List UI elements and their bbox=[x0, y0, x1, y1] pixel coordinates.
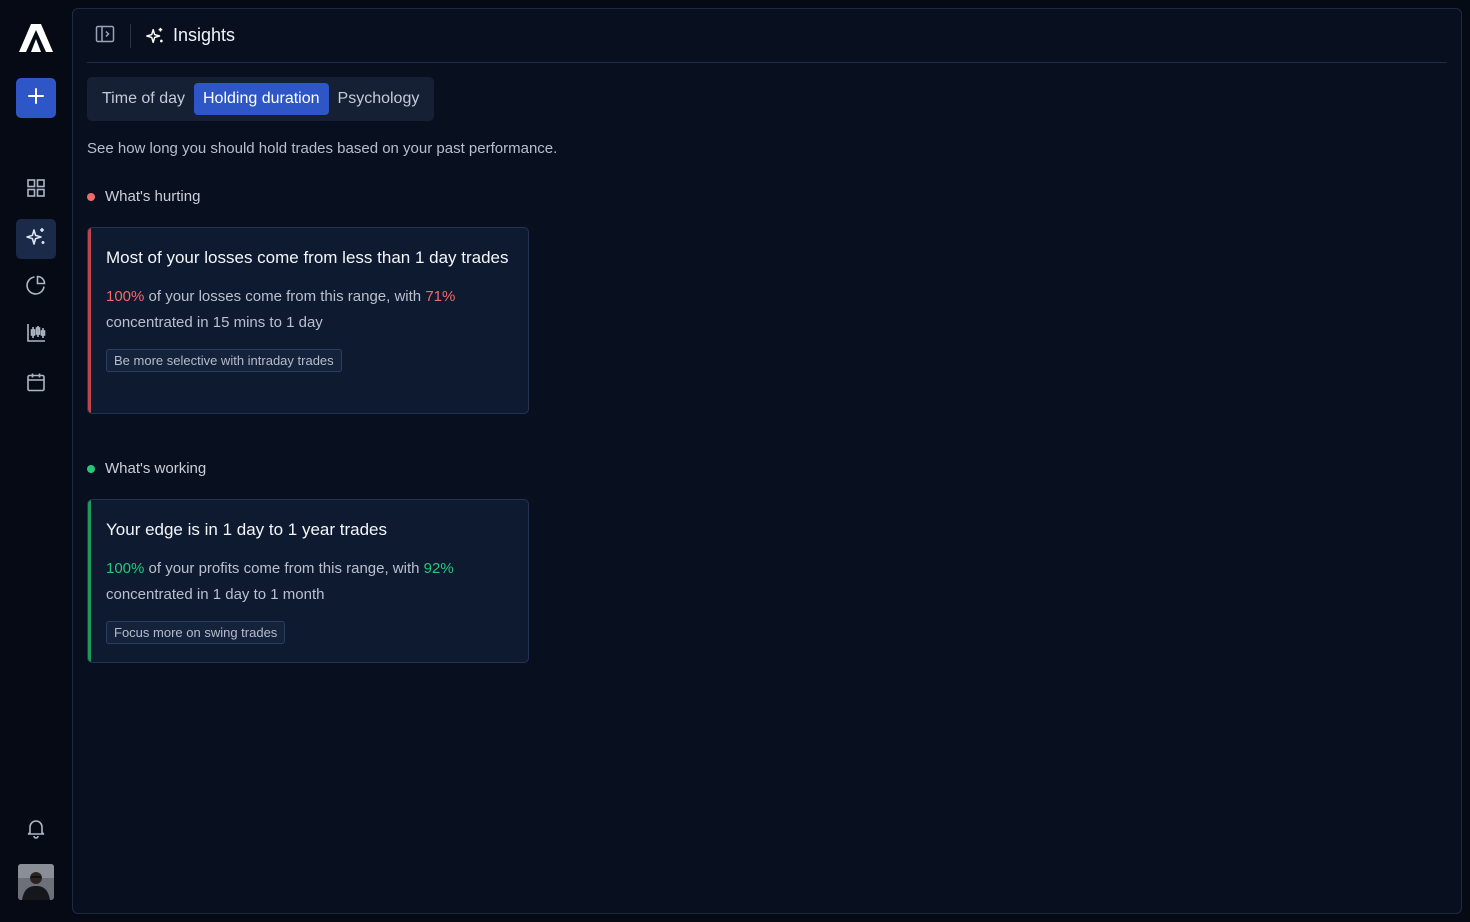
calendar-icon bbox=[25, 371, 47, 398]
loss-percent: 100% bbox=[106, 288, 145, 305]
section-working-title: What's working bbox=[105, 460, 207, 477]
sparkles-icon bbox=[145, 26, 165, 46]
pie-chart-icon bbox=[25, 274, 47, 301]
card-body-text: of your losses come from this range, wit… bbox=[144, 288, 426, 305]
section-hurting-title: What's hurting bbox=[105, 188, 201, 205]
card-accent-bar bbox=[88, 228, 91, 413]
notifications-button[interactable] bbox=[16, 810, 56, 850]
section-working-label: What's working bbox=[87, 460, 206, 477]
dashboard-grid-icon bbox=[25, 177, 47, 204]
sidebar bbox=[0, 0, 72, 922]
card-title: Your edge is in 1 day to 1 year trades bbox=[106, 520, 387, 539]
card-body-text: of your profits come from this range, wi… bbox=[144, 560, 424, 577]
card-accent-bar bbox=[88, 500, 91, 662]
header-divider bbox=[130, 24, 131, 48]
tab-psychology[interactable]: Psychology bbox=[329, 83, 429, 115]
suggestion-tag: Be more selective with intraday trades bbox=[106, 349, 342, 372]
insight-tabs: Time of day Holding duration Psychology bbox=[87, 77, 435, 121]
sidebar-item-calendar[interactable] bbox=[16, 364, 56, 404]
suggestion-tag: Focus more on swing trades bbox=[106, 621, 286, 644]
section-hurting-label: What's hurting bbox=[87, 188, 200, 205]
status-dot-green bbox=[87, 464, 95, 473]
sparkles-icon bbox=[25, 226, 47, 253]
main-panel: Insights Time of day Holding duration Ps… bbox=[72, 8, 1462, 914]
card-title: Most of your losses come from less than … bbox=[106, 248, 509, 267]
candlestick-chart-icon bbox=[25, 322, 47, 349]
card-body-text-end: concentrated in 15 mins to 1 day bbox=[106, 314, 323, 331]
page-description: See how long you should hold trades base… bbox=[87, 140, 558, 157]
sidebar-toggle-icon bbox=[95, 25, 115, 48]
sidebar-toggle-button[interactable] bbox=[93, 25, 117, 47]
tab-time-of-day[interactable]: Time of day bbox=[93, 83, 194, 115]
brand-logo-icon[interactable] bbox=[18, 23, 54, 53]
plus-icon bbox=[27, 87, 45, 110]
page-header: Insights bbox=[87, 9, 1447, 63]
sidebar-item-insights[interactable] bbox=[16, 219, 56, 259]
card-body-text-end: concentrated in 1 day to 1 month bbox=[106, 586, 325, 603]
concentration-percent: 71% bbox=[425, 288, 456, 305]
card-body: 100% of your losses come from this range… bbox=[106, 284, 510, 336]
new-button[interactable] bbox=[16, 78, 56, 118]
sidebar-item-reports[interactable] bbox=[16, 267, 56, 307]
card-body: 100% of your profits come from this rang… bbox=[106, 556, 510, 608]
insight-card-hurting: Most of your losses come from less than … bbox=[87, 227, 529, 414]
insight-card-working: Your edge is in 1 day to 1 year trades 1… bbox=[87, 499, 529, 663]
profit-percent: 100% bbox=[106, 560, 145, 577]
bell-icon bbox=[25, 817, 47, 844]
sidebar-item-dashboard[interactable] bbox=[16, 170, 56, 210]
user-avatar[interactable] bbox=[18, 864, 54, 900]
page-title: Insights bbox=[173, 25, 236, 45]
status-dot-red bbox=[87, 192, 95, 201]
tab-holding-duration[interactable]: Holding duration bbox=[194, 83, 329, 115]
sidebar-item-charts[interactable] bbox=[16, 315, 56, 355]
concentration-percent: 92% bbox=[423, 560, 454, 577]
